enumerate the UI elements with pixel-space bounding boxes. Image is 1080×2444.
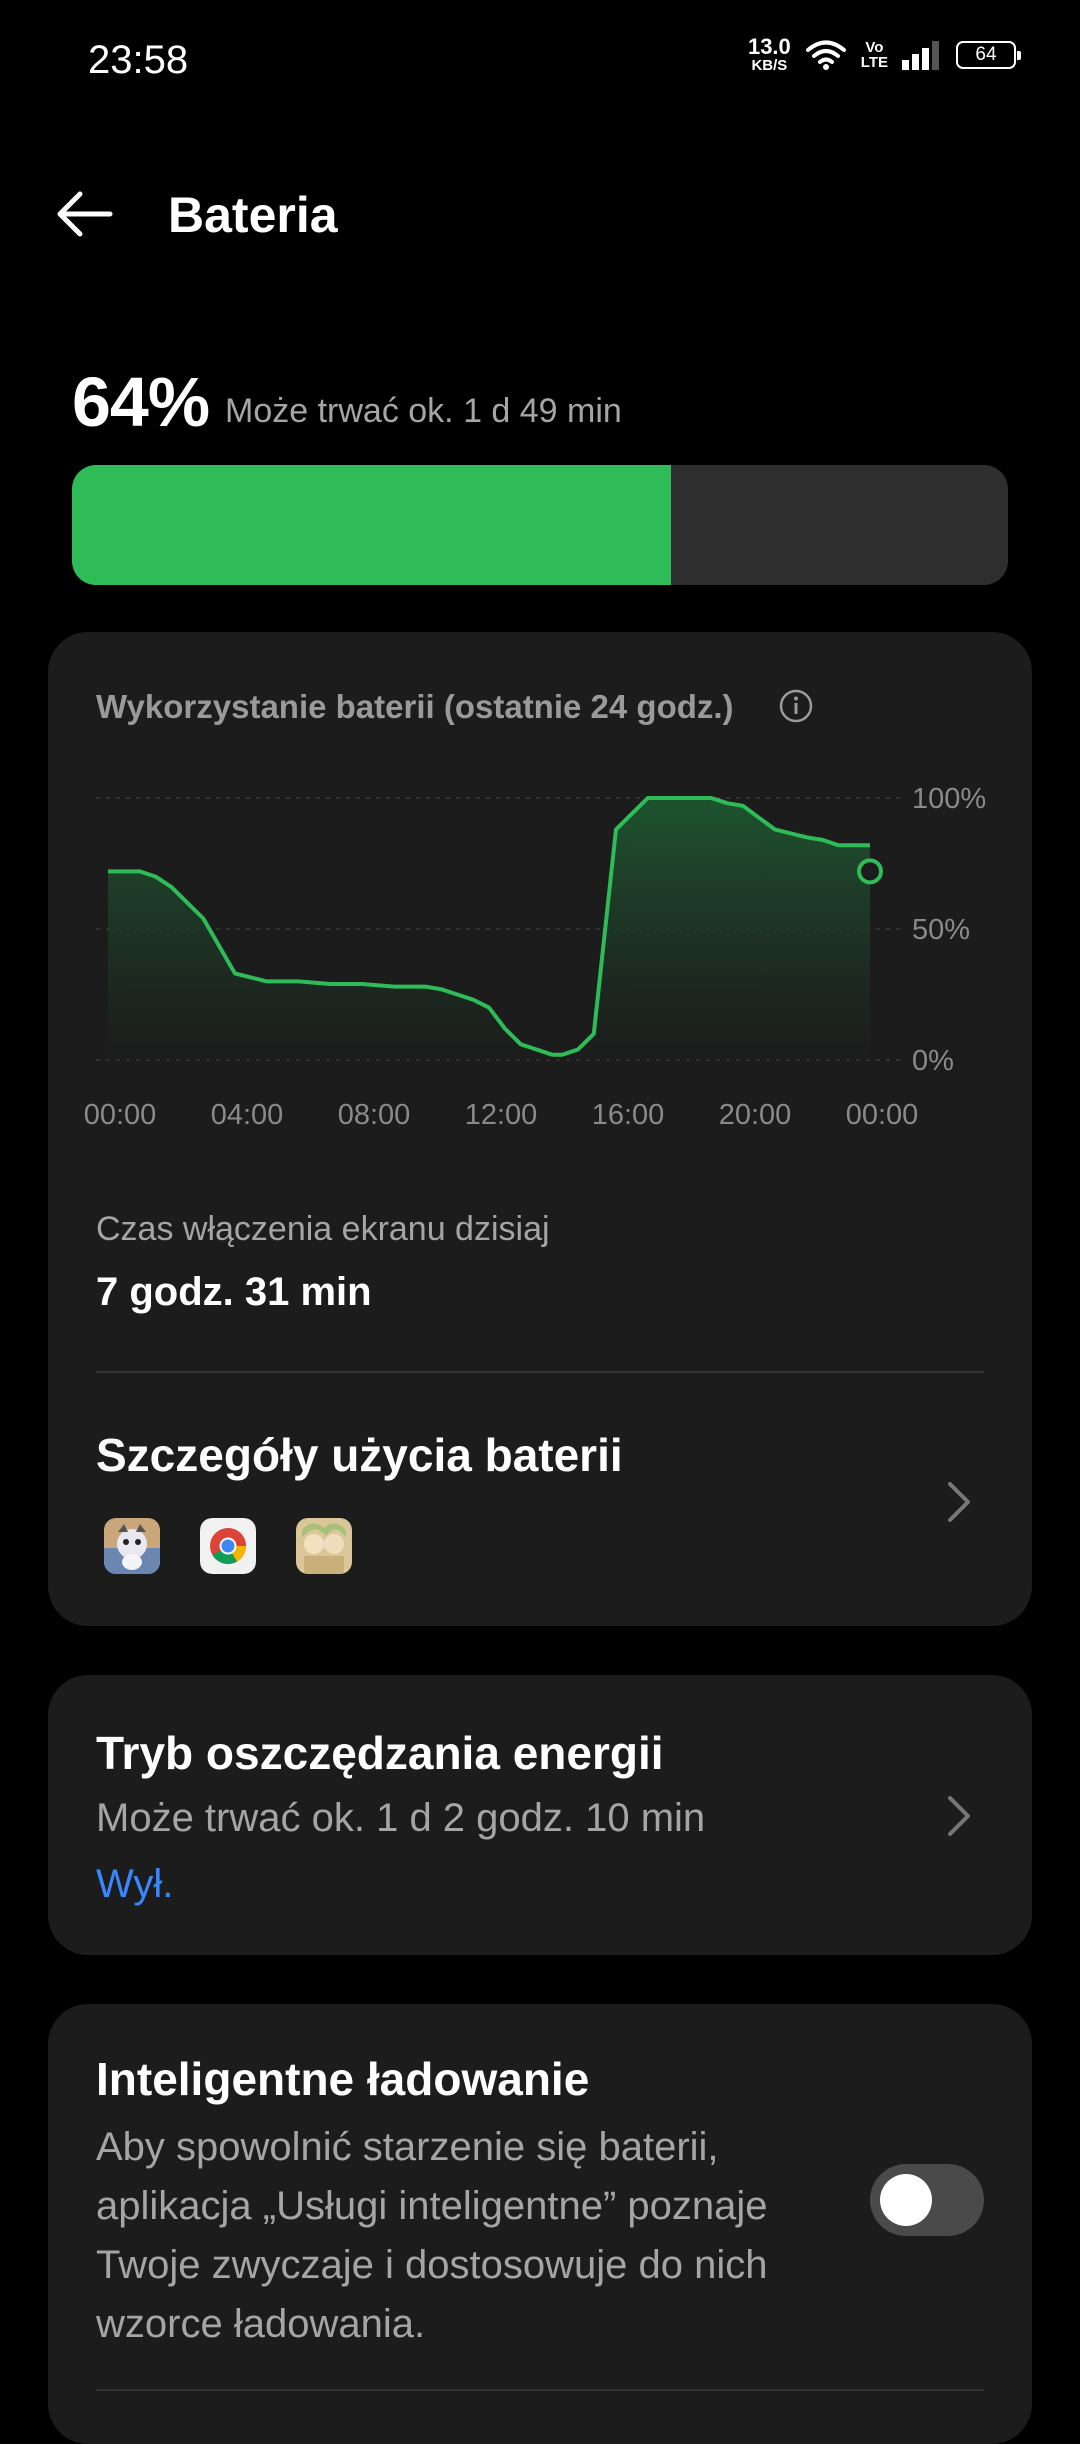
wifi-icon (805, 40, 846, 70)
chart-x-tick-label: 00:00 (846, 1099, 919, 1130)
chart-y-tick-label: 0% (912, 1045, 954, 1077)
battery-estimate: Może trwać ok. 1 d 49 min (225, 392, 622, 430)
battery-percentage: 64% (72, 363, 210, 441)
chart-x-tick-label: 20:00 (719, 1099, 792, 1130)
chart-x-tick-label: 16:00 (592, 1099, 665, 1130)
battery-details-row[interactable] (48, 1374, 1032, 1626)
chart-y-tick-label: 50% (912, 914, 970, 946)
net-speed-unit: KB/S (751, 57, 788, 74)
volte-icon: Vo LTE (861, 40, 888, 70)
chart-x-tick-label: 04:00 (211, 1099, 284, 1130)
battery-usage-chart: 100% 50% 0% 00:00 04:00 08:00 12:00 16:00 20:00… (84, 783, 986, 1130)
battery-level-bar (72, 465, 1008, 585)
divider (96, 1371, 984, 1373)
status-time: 23:58 (88, 38, 189, 82)
smart-charging-description: Aby spowolnić starzenie się baterii, apl… (96, 2125, 768, 2346)
volte-bottom: LTE (860, 53, 888, 71)
page-title: Bateria (168, 187, 338, 243)
smart-charging-toggle[interactable] (870, 2164, 984, 2236)
chart-x-tick-label: 12:00 (465, 1099, 538, 1130)
battery-level-fill (72, 465, 672, 585)
smart-charging-title: Inteligentne ładowanie (96, 2053, 590, 2105)
volte-top: Vo (865, 38, 884, 56)
toggle-knob (880, 2174, 932, 2226)
screen-on-label: Czas włączenia ekranu dzisiaj (96, 1210, 550, 1248)
chart-y-tick-label: 100% (912, 783, 986, 815)
back-arrow-icon[interactable] (54, 188, 114, 240)
info-icon[interactable] (778, 688, 814, 724)
net-speed-value: 13.0 (747, 34, 791, 59)
signal-icon (902, 40, 939, 70)
game-app-icon (104, 1518, 160, 1574)
divider (96, 2389, 984, 2391)
battery-icon: 64 (956, 40, 1021, 69)
screen-on-value: 7 godz. 31 min (96, 1270, 372, 1314)
status-battery-level: 64 (975, 43, 997, 65)
status-icons: 13.0 KB/S Vo LTE 64 (747, 34, 1021, 74)
power-saver-estimate: Może trwać ok. 1 d 2 godz. 10 min (96, 1796, 706, 1840)
chart-x-tick-label: 00:00 (84, 1099, 157, 1130)
net-speed: 13.0 KB/S (747, 34, 791, 74)
power-saver-state: Wył. (96, 1862, 174, 1906)
chrome-icon (200, 1518, 256, 1574)
battery-details-title: Szczegóły użycia baterii (96, 1429, 623, 1481)
power-saver-title: Tryb oszczędzania energii (96, 1727, 664, 1779)
chart-x-tick-label: 08:00 (338, 1099, 411, 1130)
chevron-right-icon (948, 1482, 970, 1522)
chart-current-point (857, 858, 883, 885)
anime-game-icon (296, 1518, 352, 1574)
chevron-right-icon (948, 1796, 970, 1836)
usage-chart-title: Wykorzystanie baterii (ostatnie 24 godz.… (96, 688, 734, 725)
